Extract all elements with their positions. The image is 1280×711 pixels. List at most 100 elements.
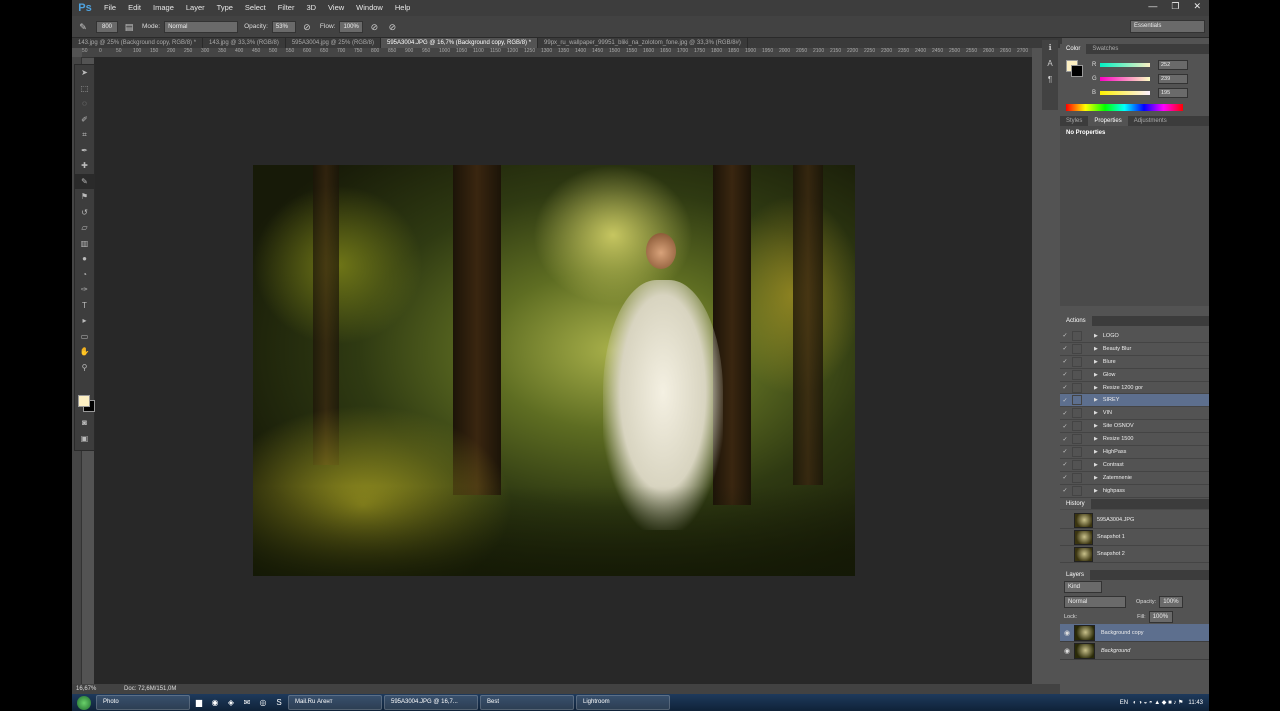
action-item[interactable]: ✓ ▶ Resize 1500 bbox=[1060, 433, 1209, 447]
dialog-toggle[interactable] bbox=[1072, 434, 1082, 445]
history-brush-tool-icon[interactable]: ↺ bbox=[75, 205, 94, 221]
expand-triangle-icon[interactable]: ▶ bbox=[1094, 397, 1098, 403]
clone-stamp-tool-icon[interactable]: ⚑ bbox=[75, 189, 94, 205]
dialog-toggle[interactable] bbox=[1072, 408, 1082, 419]
expand-triangle-icon[interactable]: ▶ bbox=[1094, 423, 1098, 429]
character-icon[interactable]: A bbox=[1042, 56, 1058, 72]
brush-tool-icon[interactable]: ✎ bbox=[76, 20, 90, 34]
quick-select-tool-icon[interactable]: ✐ bbox=[75, 112, 94, 128]
r-input[interactable]: 252 bbox=[1158, 60, 1188, 70]
firefox-icon[interactable]: ◉ bbox=[208, 696, 222, 709]
hand-tool-icon[interactable]: ✋ bbox=[75, 344, 94, 360]
expand-triangle-icon[interactable]: ▶ bbox=[1094, 359, 1098, 365]
dialog-toggle[interactable] bbox=[1072, 472, 1082, 483]
start-button[interactable] bbox=[72, 694, 96, 711]
tab-layers[interactable]: Layers bbox=[1060, 570, 1091, 580]
menu-edit[interactable]: Edit bbox=[122, 0, 147, 16]
expand-triangle-icon[interactable]: ▶ bbox=[1094, 385, 1098, 391]
shape-tool-icon[interactable]: ▭ bbox=[75, 329, 94, 345]
layer-row[interactable]: ◉ Background copy bbox=[1060, 624, 1209, 642]
action-item[interactable]: ✓ ▶ Zatemnenie bbox=[1060, 472, 1209, 485]
history-item[interactable]: Snapshot 1 bbox=[1060, 529, 1209, 546]
tab-history[interactable]: History bbox=[1060, 499, 1091, 509]
blend-mode-select[interactable]: Normal bbox=[1064, 596, 1126, 608]
layer-row[interactable]: ◉ Background bbox=[1060, 642, 1209, 660]
history-item[interactable]: Snapshot 2 bbox=[1060, 546, 1209, 563]
taskbar-best[interactable]: Best bbox=[480, 695, 574, 710]
menu-type[interactable]: Type bbox=[211, 0, 239, 16]
expand-triangle-icon[interactable]: ▶ bbox=[1094, 436, 1098, 442]
tab-swatches[interactable]: Swatches bbox=[1086, 44, 1124, 54]
tab-properties[interactable]: Properties bbox=[1088, 116, 1128, 126]
check-icon[interactable]: ✓ bbox=[1060, 345, 1070, 352]
airbrush-icon[interactable]: ⊘ bbox=[367, 20, 381, 34]
workspace-select[interactable]: Essentials bbox=[1130, 20, 1205, 33]
skype-icon[interactable]: S bbox=[272, 696, 286, 709]
pen-tool-icon[interactable]: ✑ bbox=[75, 282, 94, 298]
check-icon[interactable]: ✓ bbox=[1060, 371, 1070, 378]
info-icon[interactable]: ℹ bbox=[1042, 40, 1058, 56]
dialog-toggle[interactable] bbox=[1072, 343, 1082, 354]
doc-tab-active[interactable]: 595A3004.JPG @ 16,7% (Background copy, R… bbox=[380, 38, 539, 48]
expand-triangle-icon[interactable]: ▶ bbox=[1094, 372, 1098, 378]
menu-select[interactable]: Select bbox=[239, 0, 272, 16]
action-item[interactable]: ✓ ▶ Site OSNOV bbox=[1060, 420, 1209, 434]
move-tool-icon[interactable]: ➤ bbox=[75, 65, 94, 81]
action-item[interactable]: ✓ ▶ Resize 1200 gor bbox=[1060, 382, 1209, 395]
tab-actions[interactable]: Actions bbox=[1060, 316, 1092, 326]
expand-triangle-icon[interactable]: ▶ bbox=[1094, 410, 1098, 416]
mode-select[interactable]: Normal bbox=[164, 20, 239, 33]
dialog-toggle[interactable] bbox=[1072, 459, 1082, 470]
menu-window[interactable]: Window bbox=[350, 0, 389, 16]
dialog-toggle[interactable] bbox=[1072, 395, 1082, 406]
g-slider[interactable] bbox=[1100, 77, 1150, 81]
lasso-tool-icon[interactable]: ◌ bbox=[75, 96, 94, 112]
screen-mode-icon[interactable]: ▣ bbox=[75, 431, 94, 447]
brush-tool-icon[interactable]: ✎ bbox=[75, 173, 94, 189]
action-item[interactable]: ✓ ▶ Glow bbox=[1060, 369, 1209, 382]
tab-color[interactable]: Color bbox=[1060, 44, 1087, 54]
mail-icon[interactable]: ✉ bbox=[240, 696, 254, 709]
action-item[interactable]: ✓ ▶ highpass bbox=[1060, 485, 1209, 498]
menu-3d[interactable]: 3D bbox=[300, 0, 322, 16]
tab-adjustments[interactable]: Adjustments bbox=[1128, 116, 1173, 126]
tab-styles[interactable]: Styles bbox=[1060, 116, 1088, 126]
crop-tool-icon[interactable]: ⌗ bbox=[75, 127, 94, 143]
check-icon[interactable]: ✓ bbox=[1060, 474, 1070, 481]
dialog-toggle[interactable] bbox=[1072, 369, 1082, 380]
restore-button[interactable]: ❐ bbox=[1171, 0, 1179, 12]
dialog-toggle[interactable] bbox=[1072, 330, 1082, 341]
action-item[interactable]: ✓ ▶ Contrast bbox=[1060, 459, 1209, 472]
dialog-toggle[interactable] bbox=[1072, 421, 1082, 432]
history-item[interactable]: 595A3004.JPG bbox=[1060, 512, 1209, 529]
menu-help[interactable]: Help bbox=[389, 0, 416, 16]
canvas-area[interactable] bbox=[94, 57, 1032, 684]
minimize-button[interactable]: — bbox=[1148, 0, 1157, 12]
gradient-tool-icon[interactable]: ▥ bbox=[75, 236, 94, 252]
eyedropper-tool-icon[interactable]: ✒ bbox=[75, 143, 94, 159]
web-icon[interactable]: ◎ bbox=[256, 696, 270, 709]
doc-tab[interactable]: 143.jpg @ 33,3% (RGB/8) bbox=[203, 38, 286, 48]
document-photo[interactable] bbox=[253, 165, 855, 576]
check-icon[interactable]: ✓ bbox=[1060, 358, 1070, 365]
action-item[interactable]: ✓ ▶ Beauty Blur bbox=[1060, 343, 1209, 356]
expand-triangle-icon[interactable]: ▶ bbox=[1094, 449, 1098, 455]
pressure-size-icon[interactable]: ⊘ bbox=[385, 20, 399, 34]
check-icon[interactable]: ✓ bbox=[1060, 461, 1070, 468]
zoom-tool-icon[interactable]: ⚲ bbox=[75, 360, 94, 376]
action-item[interactable]: ✓ ▶ VIN bbox=[1060, 407, 1209, 421]
layer-kind-filter[interactable]: Kind bbox=[1064, 581, 1102, 593]
quick-mask-icon[interactable]: ◙ bbox=[75, 415, 94, 431]
doc-tab[interactable]: 99px_ru_wallpaper_99951_bliki_na_zolotom… bbox=[538, 38, 748, 48]
check-icon[interactable]: ✓ bbox=[1060, 487, 1070, 494]
g-input[interactable]: 239 bbox=[1158, 74, 1188, 84]
layer-opacity-input[interactable]: 100% bbox=[1159, 596, 1184, 608]
check-icon[interactable]: ✓ bbox=[1060, 384, 1070, 391]
menu-layer[interactable]: Layer bbox=[180, 0, 211, 16]
visibility-eye-icon[interactable]: ◉ bbox=[1060, 647, 1074, 655]
opacity-input[interactable]: 53% bbox=[271, 20, 296, 33]
paragraph-icon[interactable]: ¶ bbox=[1042, 72, 1058, 88]
dialog-toggle[interactable] bbox=[1072, 382, 1082, 393]
action-item[interactable]: ✓ ▶ LOGO bbox=[1060, 330, 1209, 343]
action-item[interactable]: ✓ ▶ SIREY bbox=[1060, 394, 1209, 408]
